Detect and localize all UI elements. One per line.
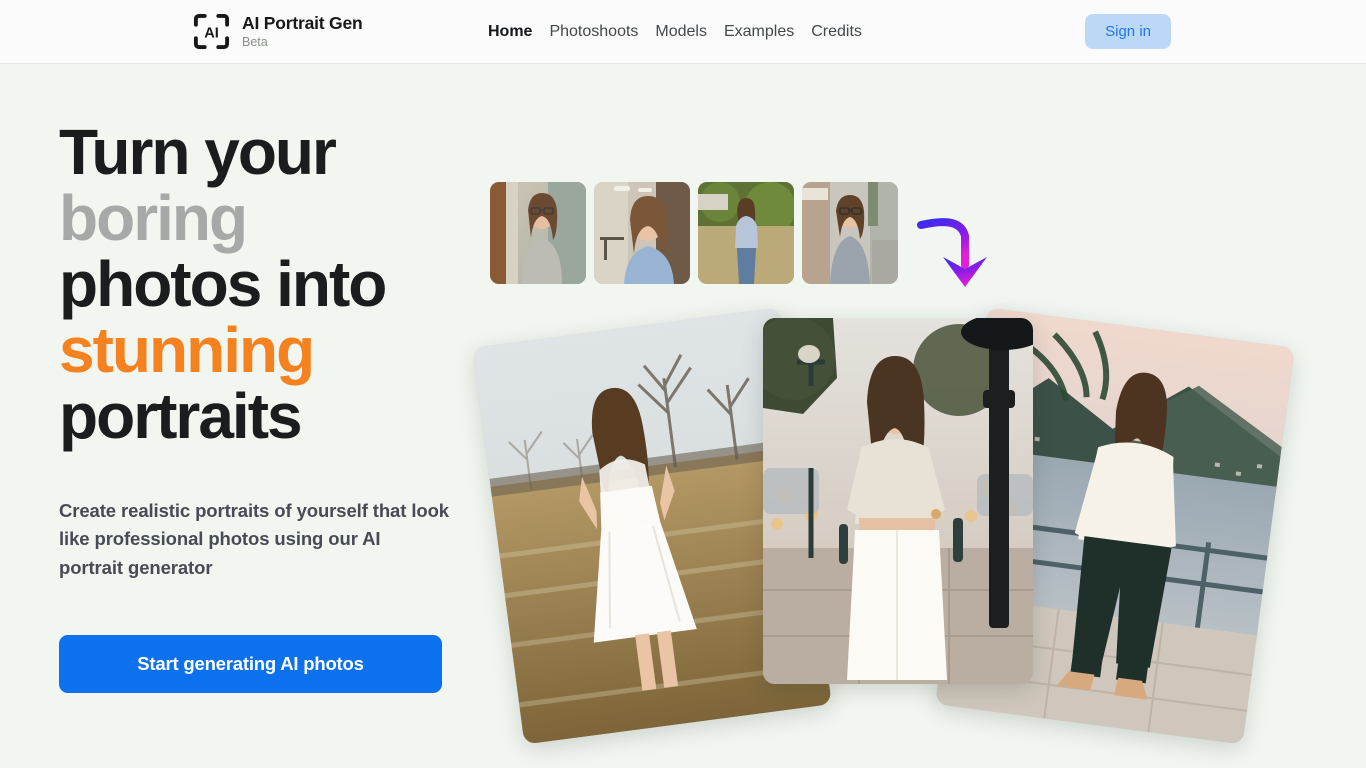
result-photo-center [763, 318, 1033, 684]
headline-line-4: stunning [59, 313, 315, 386]
curved-down-arrow-icon [915, 209, 1005, 294]
ai-scan-frame-icon: AI [192, 12, 231, 51]
nav-item-credits[interactable]: Credits [811, 23, 879, 41]
input-photo-4[interactable] [802, 182, 898, 284]
main-navigation: Home Photoshoots Models Examples Credits [488, 0, 879, 64]
site-header: AI AI Portrait Gen Beta Home Photoshoots… [0, 0, 1366, 64]
headline-line-1: Turn your [59, 116, 337, 188]
hero-section: Turn your boring photos into stunning po… [0, 64, 1366, 768]
brand-logo[interactable]: AI AI Portrait Gen Beta [192, 12, 363, 51]
nav-item-home[interactable]: Home [488, 23, 549, 41]
result-photo-right [935, 307, 1295, 745]
nav-item-examples[interactable]: Examples [724, 23, 811, 41]
input-photo-3[interactable] [698, 182, 794, 284]
brand-title: AI Portrait Gen [242, 12, 363, 33]
start-generating-button[interactable]: Start generating AI photos [59, 634, 442, 693]
svg-text:AI: AI [204, 25, 219, 41]
sign-in-button[interactable]: Sign in [1085, 14, 1171, 49]
input-photo-1[interactable] [490, 182, 586, 284]
input-photo-2[interactable] [594, 182, 690, 284]
nav-item-models[interactable]: Models [655, 23, 724, 41]
page-title: Turn your boring photos into stunning po… [59, 119, 479, 452]
headline-line-2: boring [59, 181, 248, 254]
input-photo-strip [490, 182, 898, 284]
result-photo-left [472, 307, 832, 745]
headline-line-5: portraits [59, 379, 303, 452]
hero-copy-block: Turn your boring photos into stunning po… [59, 119, 479, 693]
hero-subheading: Create realistic portraits of yourself t… [59, 499, 449, 578]
headline-line-3: photos into [59, 247, 387, 320]
nav-item-photoshoots[interactable]: Photoshoots [549, 23, 655, 41]
brand-subtitle: Beta [242, 35, 268, 49]
